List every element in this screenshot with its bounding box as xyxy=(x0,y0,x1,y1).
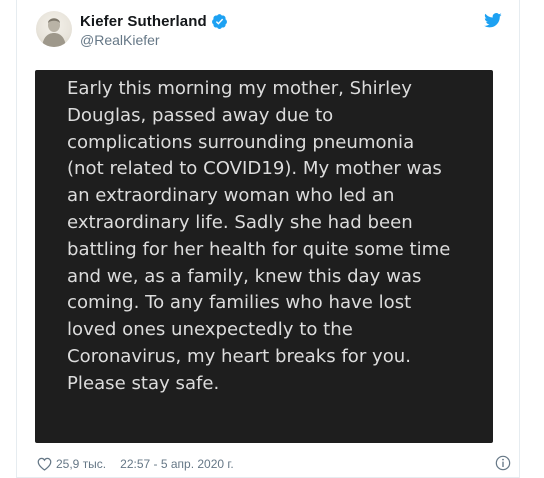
timestamp[interactable]: 22:57 - 5 апр. 2020 г. xyxy=(120,457,234,471)
verified-badge-icon xyxy=(211,13,228,30)
info-icon[interactable] xyxy=(495,455,511,471)
display-name[interactable]: Kiefer Sutherland xyxy=(80,13,207,30)
tweet-card: Kiefer Sutherland @RealKiefer Early this… xyxy=(16,0,520,478)
twitter-bird-icon[interactable] xyxy=(484,13,502,28)
display-name-row: Kiefer Sutherland xyxy=(80,11,228,31)
image-statement-text: Early this morning my mother, Shirley Do… xyxy=(67,78,451,394)
avatar[interactable] xyxy=(36,11,72,47)
handle[interactable]: @RealKiefer xyxy=(80,32,228,48)
tweet-header: Kiefer Sutherland @RealKiefer xyxy=(36,10,502,50)
author-names: Kiefer Sutherland @RealKiefer xyxy=(80,11,228,48)
heart-icon[interactable] xyxy=(37,457,52,471)
tweet-image[interactable]: Early this morning my mother, Shirley Do… xyxy=(35,70,493,443)
like-count[interactable]: 25,9 тыс. xyxy=(56,457,106,471)
tweet-footer: 25,9 тыс. 22:57 - 5 апр. 2020 г. xyxy=(37,455,511,472)
